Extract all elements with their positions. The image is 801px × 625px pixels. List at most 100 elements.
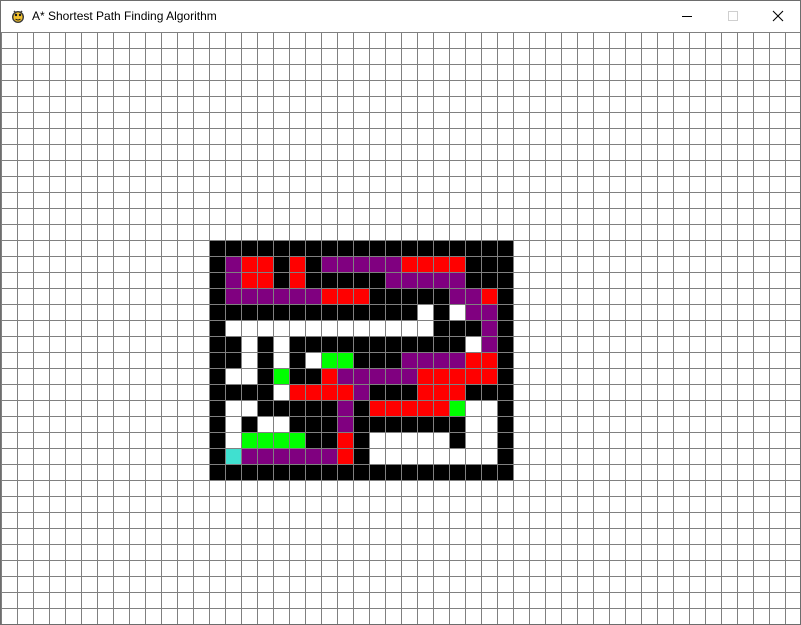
barrier-cell[interactable] xyxy=(449,240,465,256)
barrier-cell[interactable] xyxy=(497,448,513,464)
barrier-cell[interactable] xyxy=(289,368,305,384)
barrier-cell[interactable] xyxy=(481,384,497,400)
barrier-cell[interactable] xyxy=(449,320,465,336)
barrier-cell[interactable] xyxy=(401,336,417,352)
path-cell[interactable] xyxy=(433,272,449,288)
barrier-cell[interactable] xyxy=(385,416,401,432)
barrier-cell[interactable] xyxy=(241,240,257,256)
path-cell[interactable] xyxy=(449,272,465,288)
path-cell[interactable] xyxy=(449,288,465,304)
barrier-cell[interactable] xyxy=(305,416,321,432)
barrier-cell[interactable] xyxy=(321,464,337,480)
closed-cell[interactable] xyxy=(321,368,337,384)
barrier-cell[interactable] xyxy=(225,304,241,320)
closed-cell[interactable] xyxy=(241,256,257,272)
barrier-cell[interactable] xyxy=(449,336,465,352)
barrier-cell[interactable] xyxy=(417,288,433,304)
barrier-cell[interactable] xyxy=(353,240,369,256)
path-cell[interactable] xyxy=(321,256,337,272)
start-cell[interactable] xyxy=(225,448,241,464)
open-cell[interactable] xyxy=(289,432,305,448)
barrier-cell[interactable] xyxy=(225,464,241,480)
barrier-cell[interactable] xyxy=(369,272,385,288)
barrier-cell[interactable] xyxy=(401,464,417,480)
barrier-cell[interactable] xyxy=(289,416,305,432)
path-cell[interactable] xyxy=(257,288,273,304)
barrier-cell[interactable] xyxy=(449,432,465,448)
path-cell[interactable] xyxy=(273,448,289,464)
barrier-cell[interactable] xyxy=(273,256,289,272)
barrier-cell[interactable] xyxy=(497,352,513,368)
barrier-cell[interactable] xyxy=(209,464,225,480)
barrier-cell[interactable] xyxy=(353,336,369,352)
path-cell[interactable] xyxy=(273,288,289,304)
barrier-cell[interactable] xyxy=(385,384,401,400)
path-cell[interactable] xyxy=(465,288,481,304)
barrier-cell[interactable] xyxy=(289,352,305,368)
path-cell[interactable] xyxy=(321,448,337,464)
barrier-cell[interactable] xyxy=(497,368,513,384)
path-cell[interactable] xyxy=(369,368,385,384)
barrier-cell[interactable] xyxy=(433,336,449,352)
barrier-cell[interactable] xyxy=(257,400,273,416)
barrier-cell[interactable] xyxy=(225,352,241,368)
path-cell[interactable] xyxy=(241,288,257,304)
closed-cell[interactable] xyxy=(433,368,449,384)
closed-cell[interactable] xyxy=(337,288,353,304)
path-cell[interactable] xyxy=(305,288,321,304)
barrier-cell[interactable] xyxy=(257,336,273,352)
barrier-cell[interactable] xyxy=(305,336,321,352)
barrier-cell[interactable] xyxy=(353,304,369,320)
barrier-cell[interactable] xyxy=(369,336,385,352)
barrier-cell[interactable] xyxy=(385,288,401,304)
barrier-cell[interactable] xyxy=(465,272,481,288)
barrier-cell[interactable] xyxy=(225,240,241,256)
path-cell[interactable] xyxy=(337,368,353,384)
close-button[interactable] xyxy=(755,1,800,31)
path-cell[interactable] xyxy=(353,256,369,272)
closed-cell[interactable] xyxy=(417,400,433,416)
path-cell[interactable] xyxy=(353,368,369,384)
grid-canvas[interactable] xyxy=(1,32,800,624)
barrier-cell[interactable] xyxy=(353,464,369,480)
path-cell[interactable] xyxy=(337,416,353,432)
path-cell[interactable] xyxy=(289,448,305,464)
path-cell[interactable] xyxy=(385,368,401,384)
closed-cell[interactable] xyxy=(481,288,497,304)
barrier-cell[interactable] xyxy=(497,288,513,304)
closed-cell[interactable] xyxy=(449,256,465,272)
barrier-cell[interactable] xyxy=(497,272,513,288)
title-bar[interactable]: A* Shortest Path Finding Algorithm xyxy=(1,1,800,31)
closed-cell[interactable] xyxy=(257,256,273,272)
closed-cell[interactable] xyxy=(449,384,465,400)
barrier-cell[interactable] xyxy=(273,400,289,416)
barrier-cell[interactable] xyxy=(481,256,497,272)
barrier-cell[interactable] xyxy=(305,256,321,272)
closed-cell[interactable] xyxy=(433,400,449,416)
barrier-cell[interactable] xyxy=(417,336,433,352)
barrier-cell[interactable] xyxy=(401,304,417,320)
closed-cell[interactable] xyxy=(401,256,417,272)
closed-cell[interactable] xyxy=(289,384,305,400)
path-cell[interactable] xyxy=(337,256,353,272)
barrier-cell[interactable] xyxy=(241,464,257,480)
closed-cell[interactable] xyxy=(369,400,385,416)
barrier-cell[interactable] xyxy=(337,304,353,320)
barrier-cell[interactable] xyxy=(417,416,433,432)
barrier-cell[interactable] xyxy=(241,304,257,320)
path-cell[interactable] xyxy=(481,336,497,352)
barrier-cell[interactable] xyxy=(497,464,513,480)
barrier-cell[interactable] xyxy=(289,336,305,352)
open-cell[interactable] xyxy=(449,400,465,416)
barrier-cell[interactable] xyxy=(209,320,225,336)
path-cell[interactable] xyxy=(305,448,321,464)
barrier-cell[interactable] xyxy=(465,464,481,480)
barrier-cell[interactable] xyxy=(369,352,385,368)
barrier-cell[interactable] xyxy=(337,240,353,256)
barrier-cell[interactable] xyxy=(449,464,465,480)
closed-cell[interactable] xyxy=(401,400,417,416)
closed-cell[interactable] xyxy=(337,448,353,464)
barrier-cell[interactable] xyxy=(209,256,225,272)
barrier-cell[interactable] xyxy=(497,400,513,416)
barrier-cell[interactable] xyxy=(385,240,401,256)
